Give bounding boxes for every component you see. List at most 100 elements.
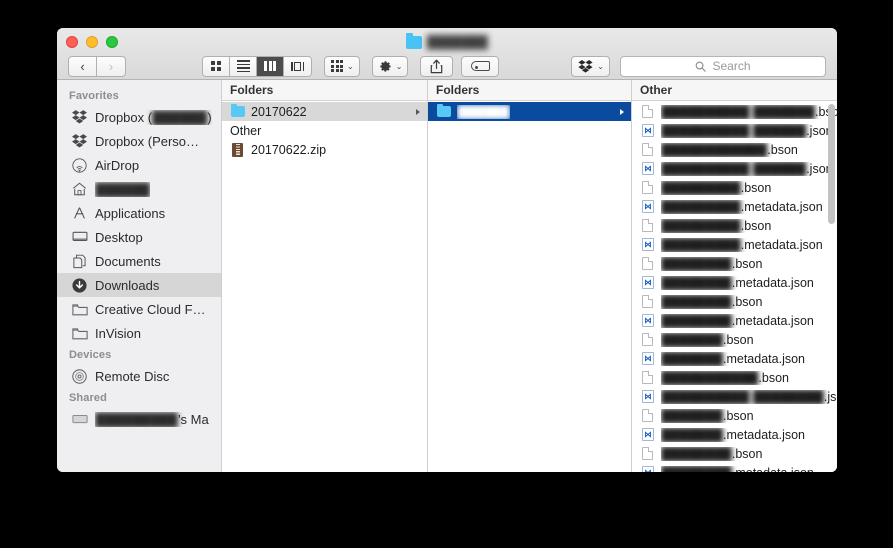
document-glyph <box>642 143 653 156</box>
sidebar-item-applications[interactable]: Applications <box>57 201 221 225</box>
file-row[interactable]: ████████████.bson <box>632 140 837 159</box>
action-menu-button[interactable]: ⌄ <box>371 55 409 77</box>
icon-view-button[interactable] <box>203 56 230 76</box>
json-glyph: ⋈ <box>641 352 654 365</box>
search-placeholder: Search <box>712 59 751 73</box>
sidebar-item-label: Downloads <box>95 277 160 293</box>
folder-icon <box>71 301 88 317</box>
sidebar-item-label: ██████ <box>95 181 151 197</box>
vertical-scrollbar[interactable] <box>828 104 835 469</box>
sidebar-item-item[interactable]: ██████ <box>57 177 221 201</box>
json-file-icon: ⋈ <box>640 352 655 365</box>
json-file-icon: ⋈ <box>640 390 655 403</box>
file-row[interactable]: ███████.bson <box>632 330 837 349</box>
file-row[interactable]: ███████.bson <box>632 406 837 425</box>
column-view-button[interactable] <box>257 56 284 76</box>
airdrop-icon <box>71 157 88 173</box>
file-name: ████████.bson <box>661 446 763 461</box>
folder-glyph <box>230 103 245 117</box>
sidebar-item-dropbox[interactable]: Dropbox (██████) <box>57 105 221 129</box>
file-row[interactable]: ████████.bson <box>632 444 837 463</box>
sidebar-section-header: Shared <box>69 392 107 404</box>
chevron-down-icon: ⌄ <box>395 61 403 71</box>
column-1: Folders 20170622 Other 20170622.zip <box>222 80 428 472</box>
downloads-icon <box>71 277 88 293</box>
document-file-icon <box>640 447 655 460</box>
sidebar-item-creative-cloud-f[interactable]: Creative Cloud F… <box>57 297 221 321</box>
disclosure-arrow-icon[interactable] <box>620 108 624 115</box>
chevron-right-icon: › <box>108 58 114 74</box>
file-row[interactable]: ⋈ ██████████ ██████.json <box>632 121 837 140</box>
tags-button[interactable] <box>461 55 500 77</box>
sidebar-item-dropbox-perso[interactable]: Dropbox (Perso… <box>57 129 221 153</box>
file-name: ████████.metadata.json <box>661 466 814 473</box>
document-glyph <box>642 181 653 194</box>
file-name: 20170622 <box>251 104 307 119</box>
back-button[interactable]: ‹ <box>68 55 97 77</box>
file-row[interactable]: ⋈ █████████.metadata.json <box>632 235 837 254</box>
sidebar-item-invision[interactable]: InVision <box>57 321 221 345</box>
file-row[interactable]: ███████████.bson <box>632 368 837 387</box>
json-file-icon: ⋈ <box>640 276 655 289</box>
column-header: Folders <box>428 80 631 101</box>
columns-icon <box>264 61 276 71</box>
file-row[interactable]: ⋈ █████████.metadata.json <box>632 197 837 216</box>
document-file-icon <box>640 371 655 384</box>
share-button[interactable] <box>420 55 454 77</box>
sidebar-item-airdrop[interactable]: AirDrop <box>57 153 221 177</box>
sidebar-item-downloads[interactable]: Downloads <box>57 273 221 297</box>
json-file-icon: ⋈ <box>640 314 655 327</box>
file-row[interactable]: ⋈ ███████.metadata.json <box>632 425 837 444</box>
disc-icon <box>71 368 88 384</box>
arrange-group: ⌄ <box>324 55 360 77</box>
file-row[interactable]: ⋈ ████████.metadata.json <box>632 311 837 330</box>
sidebar-item-label: AirDrop <box>95 157 140 173</box>
sidebar-item-desktop[interactable]: Desktop <box>57 225 221 249</box>
json-glyph: ⋈ <box>641 200 654 213</box>
zip-icon <box>230 142 245 157</box>
file-row[interactable]: ⋈ ██████████ ████████.json <box>632 387 837 406</box>
finder-window: ███████ ‹ › ⌄ ⌄ ⌄ Search Favorites Dropb… <box>57 28 837 472</box>
gallery-view-button[interactable] <box>284 56 311 76</box>
file-row[interactable]: ⋈ ████████.metadata.json <box>632 273 837 292</box>
file-name: ████████.bson <box>661 294 763 309</box>
sidebar: Favorites Dropbox (██████) Dropbox (Perso…… <box>57 80 222 472</box>
sidebar-item-remote-disc[interactable]: Remote Disc <box>57 364 221 388</box>
sidebar-item-item[interactable]: █████████’s Ma <box>57 407 221 431</box>
forward-button[interactable]: › <box>97 55 126 77</box>
dropbox-button[interactable]: ⌄ <box>571 55 610 77</box>
list-view-button[interactable] <box>230 56 257 76</box>
file-row[interactable]: █████████.bson <box>632 216 837 235</box>
file-row[interactable]: ██████ <box>428 102 631 121</box>
json-file-icon: ⋈ <box>640 466 655 472</box>
file-row[interactable]: ████████.bson <box>632 292 837 311</box>
search-field[interactable]: Search <box>620 55 826 77</box>
json-glyph: ⋈ <box>641 162 654 175</box>
file-row[interactable]: ⋈ ██████████ ██████.json <box>632 159 837 178</box>
file-name: ███████.bson <box>661 332 754 347</box>
folder-icon <box>436 103 451 117</box>
file-row[interactable]: ⋈ ████████.metadata.json <box>632 463 837 472</box>
document-glyph <box>642 105 653 118</box>
file-row[interactable]: ⋈ ███████.metadata.json <box>632 349 837 368</box>
file-row[interactable]: 20170622 <box>222 102 427 121</box>
file-name: ███████.metadata.json <box>661 427 805 442</box>
file-name: ██████████ ███████.bson <box>661 104 837 119</box>
file-row[interactable]: ████████.bson <box>632 254 837 273</box>
file-row[interactable]: 20170622.zip <box>222 140 427 159</box>
window-titlebar: ███████ ‹ › ⌄ ⌄ ⌄ Search <box>57 28 837 80</box>
document-glyph <box>642 371 653 384</box>
column-3: Other██████████ ███████.bson⋈██████████ … <box>632 80 837 472</box>
folder-icon <box>406 32 423 49</box>
chevron-down-icon: ⌄ <box>597 61 604 71</box>
file-name: █████████.metadata.json <box>661 237 823 252</box>
file-row[interactable]: █████████.bson <box>632 178 837 197</box>
disclosure-arrow-icon[interactable] <box>416 108 420 115</box>
sidebar-item-documents[interactable]: Documents <box>57 249 221 273</box>
document-glyph <box>642 333 653 346</box>
file-row[interactable]: ██████████ ███████.bson <box>632 102 837 121</box>
document-file-icon <box>640 105 655 118</box>
arrange-button[interactable]: ⌄ <box>324 55 360 77</box>
file-name: ████████.metadata.json <box>661 275 814 290</box>
scrollbar-thumb[interactable] <box>828 104 835 224</box>
